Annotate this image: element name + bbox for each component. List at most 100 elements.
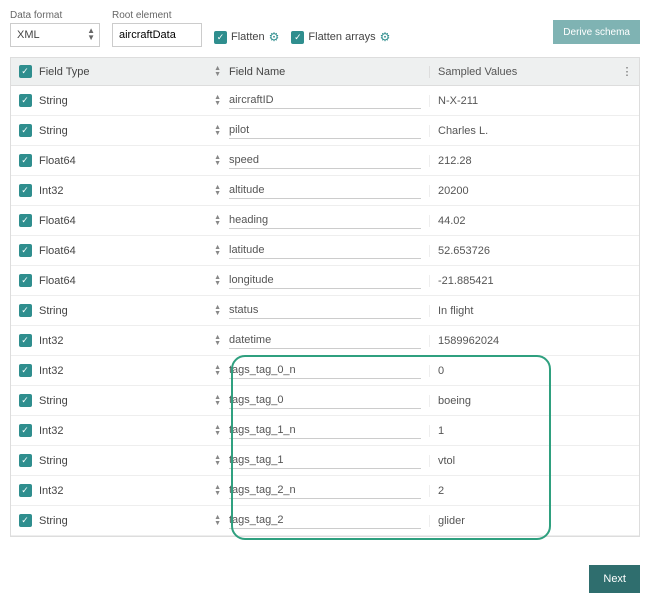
field-name-cell[interactable]: heading: [229, 212, 429, 229]
table-row: ✓ Int32▲▼tags_tag_1_n1: [11, 416, 639, 446]
field-name-cell[interactable]: longitude: [229, 272, 429, 289]
field-type-value: String: [39, 515, 68, 527]
flatten-checkbox[interactable]: ✓: [214, 31, 227, 44]
field-name-value: tags_tag_1: [229, 452, 421, 469]
field-type-value: Float64: [39, 215, 76, 227]
field-type-value: String: [39, 305, 68, 317]
data-format-group: Data format XML ▲▼: [10, 10, 100, 47]
row-checkbox[interactable]: ✓: [19, 454, 32, 467]
root-element-label: Root element: [112, 10, 202, 21]
table-row: ✓Int32▲▼datetime1589962024: [11, 326, 639, 356]
sort-icon: ▲▼: [214, 215, 221, 227]
sort-icon: ▲▼: [214, 395, 221, 407]
field-name-cell[interactable]: tags_tag_1: [229, 452, 429, 469]
row-checkbox[interactable]: ✓: [19, 394, 32, 407]
row-checkbox[interactable]: ✓: [19, 184, 32, 197]
header-sampled-values[interactable]: Sampled Values: [429, 66, 615, 78]
flatten-arrays-checkbox-group: ✓ Flatten arrays ⚙: [291, 30, 390, 44]
sampled-value-cell: N-X-211: [429, 95, 615, 107]
field-name-cell[interactable]: tags_tag_0_n: [229, 362, 429, 379]
field-type-cell[interactable]: String▲▼: [39, 95, 229, 107]
row-checkbox[interactable]: ✓: [19, 124, 32, 137]
field-name-cell[interactable]: aircraftID: [229, 92, 429, 109]
field-type-cell[interactable]: Int32▲▼: [39, 485, 229, 497]
sampled-value: 20200: [438, 185, 469, 197]
field-type-value: Int32: [39, 335, 63, 347]
row-checkbox[interactable]: ✓: [19, 334, 32, 347]
flatten-arrays-gear-icon[interactable]: ⚙: [380, 30, 391, 44]
root-element-input[interactable]: [112, 23, 202, 47]
row-checkbox[interactable]: ✓: [19, 364, 32, 377]
data-format-select[interactable]: XML ▲▼: [10, 23, 100, 47]
row-check-cell: ✓: [11, 184, 39, 197]
field-name-cell[interactable]: pilot: [229, 122, 429, 139]
field-type-cell[interactable]: String▲▼: [39, 305, 229, 317]
row-check-cell: ✓: [11, 124, 39, 137]
row-check-cell: ✓: [11, 94, 39, 107]
header-field-name[interactable]: Field Name: [229, 66, 429, 78]
derive-schema-button[interactable]: Derive schema: [553, 20, 640, 44]
sampled-value-cell: 0: [429, 365, 615, 377]
row-checkbox[interactable]: ✓: [19, 154, 32, 167]
field-type-cell[interactable]: String▲▼: [39, 395, 229, 407]
field-name-cell[interactable]: latitude: [229, 242, 429, 259]
sampled-value-cell: vtol: [429, 455, 615, 467]
header-field-type-label: Field Type: [39, 66, 90, 78]
sampled-value-cell: 52.653726: [429, 245, 615, 257]
top-controls: Data format XML ▲▼ Root element ✓ Flatte…: [10, 10, 640, 47]
field-name-cell[interactable]: altitude: [229, 182, 429, 199]
flatten-gear-icon[interactable]: ⚙: [269, 30, 280, 44]
field-type-cell[interactable]: Int32▲▼: [39, 185, 229, 197]
row-checkbox[interactable]: ✓: [19, 244, 32, 257]
row-checkbox[interactable]: ✓: [19, 484, 32, 497]
field-name-cell[interactable]: tags_tag_2_n: [229, 482, 429, 499]
sort-icon: ▲▼: [214, 335, 221, 347]
field-type-cell[interactable]: Float64▲▼: [39, 275, 229, 287]
sort-icon: ▲▼: [214, 275, 221, 287]
row-checkbox[interactable]: ✓: [19, 304, 32, 317]
select-all-checkbox[interactable]: ✓: [19, 65, 32, 78]
row-check-cell: ✓: [11, 394, 39, 407]
table-row: ✓ String▲▼tags_tag_1 vtol: [11, 446, 639, 476]
sampled-value-cell: 20200: [429, 185, 615, 197]
field-type-cell[interactable]: Float64▲▼: [39, 245, 229, 257]
field-type-cell[interactable]: Int32▲▼: [39, 365, 229, 377]
field-type-cell[interactable]: Int32 ▲▼: [39, 335, 229, 347]
field-name-cell[interactable]: speed: [229, 152, 429, 169]
header-menu-icon[interactable]: ⋮: [615, 65, 639, 78]
field-name-cell[interactable]: tags_tag_0: [229, 392, 429, 409]
field-type-cell[interactable]: String▲▼: [39, 515, 229, 527]
sampled-value-cell: In flight: [429, 305, 615, 317]
next-button[interactable]: Next: [589, 565, 640, 593]
row-checkbox[interactable]: ✓: [19, 214, 32, 227]
schema-table: ✓ Field Type ▲▼ Field Name Sampled Value…: [10, 57, 640, 537]
field-type-cell[interactable]: String▲▼: [39, 455, 229, 467]
row-checkbox[interactable]: ✓: [19, 274, 32, 287]
field-type-cell[interactable]: Float64▲▼: [39, 155, 229, 167]
sampled-value-cell: 1: [429, 425, 615, 437]
sampled-value: 0: [438, 365, 444, 377]
field-type-cell[interactable]: Float64 ▲▼: [39, 215, 229, 227]
row-check-cell: ✓: [11, 364, 39, 377]
field-name-value: longitude: [229, 272, 421, 289]
header-check-cell: ✓: [11, 65, 39, 78]
header-field-type[interactable]: Field Type ▲▼: [39, 66, 229, 78]
flatten-checkbox-group: ✓ Flatten ⚙: [214, 30, 279, 44]
field-type-cell[interactable]: Int32▲▼: [39, 425, 229, 437]
row-checkbox[interactable]: ✓: [19, 514, 32, 527]
select-arrows-icon: ▲▼: [87, 27, 95, 41]
field-name-cell[interactable]: datetime: [229, 332, 429, 349]
table-row: ✓Float64▲▼speed212.28: [11, 146, 639, 176]
field-name-cell[interactable]: status: [229, 302, 429, 319]
field-name-cell[interactable]: tags_tag_2: [229, 512, 429, 529]
sort-icon: ▲▼: [214, 95, 221, 107]
row-checkbox[interactable]: ✓: [19, 94, 32, 107]
field-name-value: datetime: [229, 332, 421, 349]
field-name-cell[interactable]: tags_tag_1_n: [229, 422, 429, 439]
row-check-cell: ✓: [11, 424, 39, 437]
field-type-cell[interactable]: String▲▼: [39, 125, 229, 137]
table-row: ✓Float64▲▼heading44.02: [11, 206, 639, 236]
row-checkbox[interactable]: ✓: [19, 424, 32, 437]
sampled-value-cell: Charles L.: [429, 125, 615, 137]
flatten-arrays-checkbox[interactable]: ✓: [291, 31, 304, 44]
